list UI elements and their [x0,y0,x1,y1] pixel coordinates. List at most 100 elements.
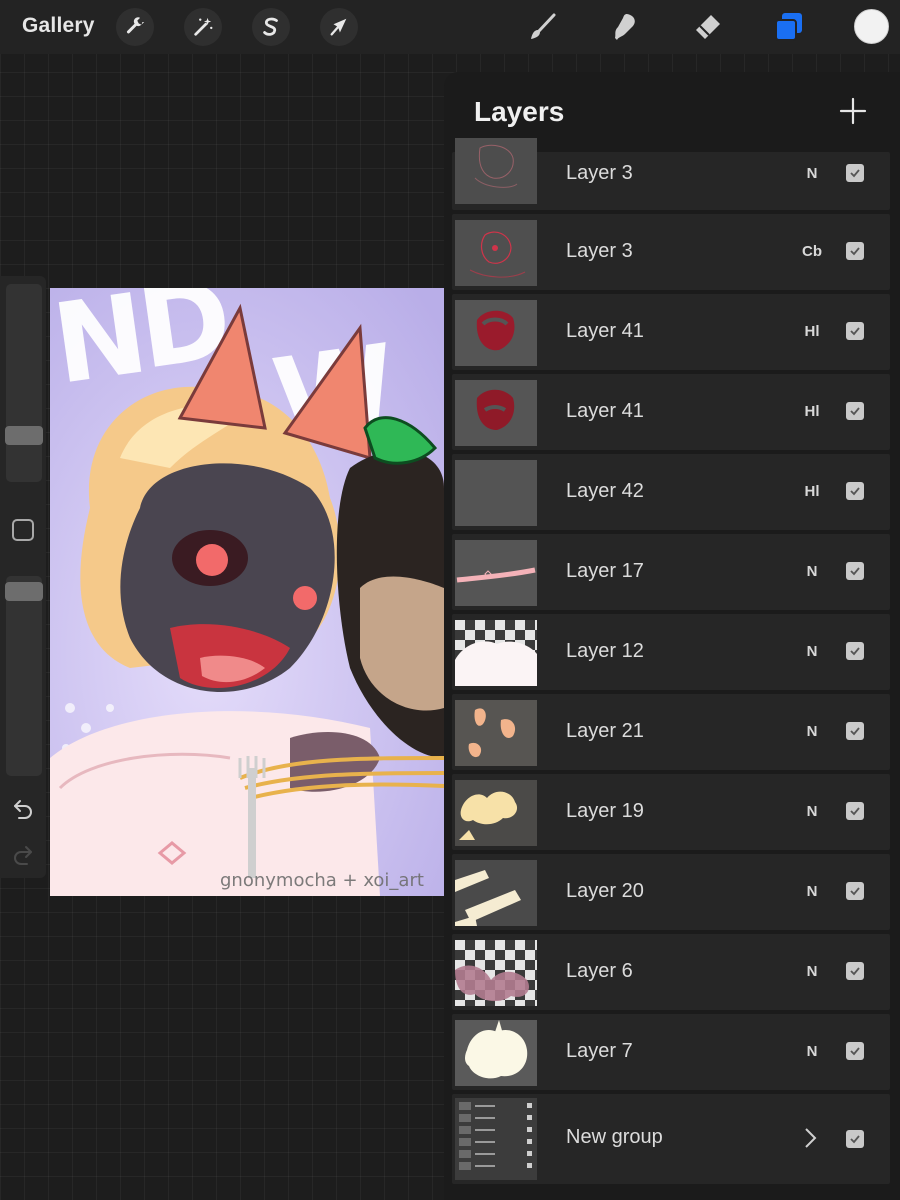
blend-mode-label[interactable]: N [792,963,832,980]
chevron-right-icon[interactable] [802,1126,820,1150]
brush-tool-button[interactable] [524,8,562,46]
top-toolbar: Gallery [0,0,900,54]
visibility-checkbox[interactable] [846,164,864,182]
layer-thumbnail [455,300,537,366]
layer-name: Layer 42 [566,480,644,502]
layer-row[interactable]: Layer 3 N [452,138,890,210]
layers-title: Layers [474,96,565,127]
layer-thumbnail [455,460,537,526]
magic-wand-icon [194,17,213,36]
visibility-checkbox[interactable] [846,722,864,740]
opacity-thumb[interactable] [5,582,43,601]
group-name: New group [566,1126,663,1148]
layer-thumbnail [455,940,537,1006]
visibility-checkbox[interactable] [846,1130,864,1148]
opacity-slider[interactable] [6,576,42,776]
actions-button[interactable] [116,8,154,46]
layer-name: Layer 17 [566,560,644,582]
layer-name: Layer 21 [566,720,644,742]
checkmark-icon [850,247,860,256]
layer-name: Layer 12 [566,640,644,662]
color-picker-button[interactable] [854,9,889,44]
checkmark-icon [850,407,860,416]
checkmark-icon [850,567,860,576]
layer-row[interactable]: Layer 12 N [452,614,890,690]
canvas-watermark: gnonymocha + xoi_art [220,870,424,891]
visibility-checkbox[interactable] [846,962,864,980]
wrench-icon [126,17,145,34]
blend-mode-label[interactable]: N [792,563,832,580]
checkmark-icon [850,807,860,816]
layer-name: Layer 41 [566,400,644,422]
blend-mode-label[interactable]: Cb [792,243,832,260]
layer-name: Layer 20 [566,880,644,902]
layer-row[interactable]: Layer 20 N [452,854,890,930]
layer-name: Layer 3 [566,162,633,184]
visibility-checkbox[interactable] [846,402,864,420]
layer-thumbnail [455,860,537,926]
visibility-checkbox[interactable] [846,562,864,580]
blend-mode-label[interactable]: N [792,803,832,820]
blend-mode-label[interactable]: Hl [792,323,832,340]
layer-thumbnail [455,700,537,766]
visibility-checkbox[interactable] [846,322,864,340]
layer-name: Layer 3 [566,240,633,262]
blend-mode-label[interactable]: Hl [792,483,832,500]
layer-row[interactable]: Layer 3 Cb [452,214,890,290]
smudge-tool-button[interactable] [606,8,644,46]
layer-row[interactable]: Layer 41 Hl [452,374,890,450]
layer-row[interactable]: Layer 21 N [452,694,890,770]
layer-thumbnail [455,620,537,686]
visibility-checkbox[interactable] [846,242,864,260]
layers-panel: Layers Layer 3 N Layer 3 Cb Layer 41 Hl … [444,72,900,1200]
layer-row[interactable]: Layer 17 N [452,534,890,610]
layer-group-row[interactable]: New group [452,1094,890,1184]
adjustments-button[interactable] [184,8,222,46]
layers-icon [775,13,802,41]
visibility-checkbox[interactable] [846,882,864,900]
selection-s-icon [263,17,278,36]
eraser-tool-button[interactable] [688,8,726,46]
artwork-illustration: N D W [50,288,444,896]
layer-thumbnail [455,780,537,846]
layer-thumbnail [455,138,537,204]
layer-name: Layer 6 [566,960,633,982]
blend-mode-label[interactable]: N [792,165,832,182]
brush-size-slider[interactable] [6,284,42,482]
checkmark-icon [850,169,860,178]
layer-row[interactable]: Layer 41 Hl [452,294,890,370]
smudge-icon [615,14,635,40]
layers-tool-button[interactable] [770,8,808,46]
visibility-checkbox[interactable] [846,1042,864,1060]
checkmark-icon [850,1135,860,1144]
blend-mode-label[interactable]: Hl [792,403,832,420]
layer-thumbnail [455,1020,537,1086]
add-layer-icon[interactable] [838,96,868,126]
checkmark-icon [850,647,860,656]
blend-mode-label[interactable]: N [792,1043,832,1060]
selection-button[interactable] [252,8,290,46]
undo-icon[interactable] [11,796,35,820]
visibility-checkbox[interactable] [846,482,864,500]
checkmark-icon [850,1047,860,1056]
visibility-checkbox[interactable] [846,642,864,660]
layer-name: Layer 7 [566,1040,633,1062]
visibility-checkbox[interactable] [846,802,864,820]
redo-icon[interactable] [11,842,35,866]
layer-row[interactable]: Layer 6 N [452,934,890,1010]
layer-row[interactable]: Layer 42 Hl [452,454,890,530]
layer-row[interactable]: Layer 19 N [452,774,890,850]
canvas-artwork[interactable]: N D W [50,288,444,896]
layer-row[interactable]: Layer 7 N [452,1014,890,1090]
checkmark-icon [850,327,860,336]
checkmark-icon [850,727,860,736]
blend-mode-label[interactable]: N [792,723,832,740]
brush-size-thumb[interactable] [5,426,43,445]
blend-mode-label[interactable]: N [792,883,832,900]
transform-button[interactable] [320,8,358,46]
layer-name: Layer 19 [566,800,644,822]
blend-mode-label[interactable]: N [792,643,832,660]
gallery-button[interactable]: Gallery [22,14,95,38]
modify-button[interactable] [12,519,34,541]
layer-thumbnail [455,380,537,446]
